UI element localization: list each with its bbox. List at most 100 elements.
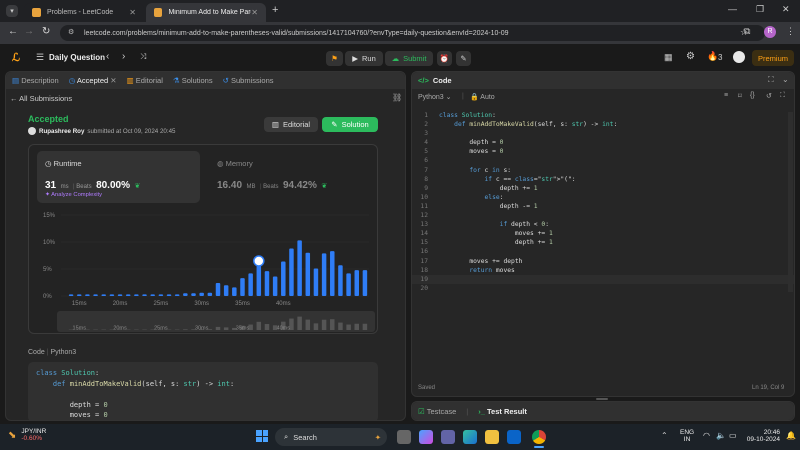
shuffle-icon[interactable]: ⤨ xyxy=(140,52,146,62)
close-tab-icon[interactable]: ✕ xyxy=(129,8,136,17)
tab-submissions[interactable]: ↺ Submissions xyxy=(223,76,274,85)
browser-tab-problems[interactable]: Problems - LeetCode ✕ xyxy=(24,3,144,22)
runtime-box[interactable]: ◷ Runtime 31 ms | Beats 80.00% ❦ ✦ Analy… xyxy=(37,151,200,203)
distribution-bar[interactable] xyxy=(142,294,147,296)
run-button[interactable]: ▶ Run xyxy=(345,51,383,66)
distribution-bar[interactable] xyxy=(207,292,213,296)
extensions-icon[interactable]: ⧉ xyxy=(744,26,750,37)
panel-resize-handle[interactable] xyxy=(596,398,608,400)
settings-icon[interactable]: ⚙ xyxy=(686,51,695,62)
share-link-icon[interactable]: ⛓ xyxy=(392,93,402,102)
submit-button[interactable]: ☁ Submit xyxy=(385,51,433,66)
close-tab-icon[interactable]: ✕ xyxy=(251,8,258,17)
auto-mode-toggle[interactable]: 🔒 Auto xyxy=(470,93,495,101)
code-line[interactable]: 6 xyxy=(412,156,794,165)
battery-icon[interactable]: ▭ xyxy=(729,431,737,440)
distribution-bar[interactable] xyxy=(174,294,180,296)
outlook-icon[interactable] xyxy=(507,430,521,444)
problem-list-icon[interactable]: ☰ xyxy=(36,52,44,63)
code-line[interactable]: 8 if c == class="str">"(": xyxy=(412,175,794,184)
show-hidden-icons[interactable]: ⌃ xyxy=(661,431,668,440)
distribution-bar[interactable] xyxy=(117,294,123,296)
distribution-bar[interactable] xyxy=(240,278,245,296)
distribution-bar[interactable] xyxy=(354,270,360,296)
distribution-bar[interactable] xyxy=(281,261,286,296)
collapse-panel-icon[interactable]: ⌄ xyxy=(782,75,789,84)
timer-button[interactable]: ⏰ xyxy=(437,51,452,66)
tab-description[interactable]: ▤ Description xyxy=(12,76,59,85)
tab-editorial[interactable]: ▥ Editorial xyxy=(127,76,163,85)
prev-problem-icon[interactable]: ‹ xyxy=(106,51,109,62)
code-line[interactable]: 9 depth += 1 xyxy=(412,184,794,193)
code-line[interactable]: 11 depth -= 1 xyxy=(412,202,794,211)
code-line[interactable]: 15 depth += 1 xyxy=(412,238,794,247)
tab-accepted[interactable]: ◷ Accepted ✕ xyxy=(69,76,117,85)
code-line[interactable]: 12 xyxy=(412,211,794,220)
distribution-bar[interactable] xyxy=(183,293,188,296)
distribution-bar[interactable] xyxy=(232,287,237,296)
distribution-bar[interactable] xyxy=(313,268,319,296)
back-icon[interactable]: ← xyxy=(8,26,18,37)
reload-icon[interactable]: ↻ xyxy=(42,26,50,37)
distribution-bar[interactable] xyxy=(223,285,229,296)
distribution-bar[interactable] xyxy=(150,294,155,296)
distribution-bar[interactable] xyxy=(199,292,204,296)
distribution-bar[interactable] xyxy=(256,261,262,296)
tab-solutions[interactable]: ⚗ Solutions xyxy=(173,76,213,85)
code-line[interactable]: 16 xyxy=(412,247,794,256)
all-submissions-link[interactable]: ← All Submissions xyxy=(10,94,72,103)
debug-button[interactable]: ⚑ xyxy=(326,51,343,66)
fullscreen-icon[interactable]: ⛶ xyxy=(780,92,785,100)
notes-button[interactable]: ✎ xyxy=(456,51,471,66)
code-line[interactable]: 1 class Solution: xyxy=(412,111,794,120)
code-line[interactable]: 4 depth = 0 xyxy=(412,138,794,147)
chrome-icon[interactable] xyxy=(532,430,546,444)
braces-icon[interactable]: {} xyxy=(750,92,755,99)
edge-icon[interactable] xyxy=(463,430,477,444)
memory-box[interactable]: ◍ Memory 16.40 MB | Beats 94.42% ❦ xyxy=(209,151,369,203)
profile-avatar[interactable]: R xyxy=(764,26,776,38)
maximize-icon[interactable]: ❐ xyxy=(756,4,764,15)
distribution-bar[interactable] xyxy=(101,294,106,296)
leetcode-logo-icon[interactable]: ℒ xyxy=(12,51,20,64)
code-editor[interactable]: 1 class Solution: 2 def minAddToMakeValid(… xyxy=(412,111,794,301)
code-line[interactable]: 14 moves += 1 xyxy=(412,229,794,238)
language-select[interactable]: Python3 ⌄ xyxy=(418,93,452,101)
code-line[interactable]: 7 for c in s: xyxy=(412,166,794,175)
distribution-bar[interactable] xyxy=(166,294,172,296)
runtime-distribution-chart[interactable]: 15% 10% 5% 0% 15ms 20ms 25ms 30ms 35ms 40ms 15ms… xyxy=(29,207,379,335)
start-button[interactable] xyxy=(256,430,268,442)
code-line[interactable]: 17 moves += depth xyxy=(412,257,794,266)
code-line[interactable]: 20 xyxy=(412,284,794,293)
ticker-widget[interactable]: ⬊ JPY/INR -0.60% xyxy=(8,428,46,442)
distribution-bar[interactable] xyxy=(93,294,98,296)
distribution-bar[interactable] xyxy=(191,293,196,296)
distribution-bar[interactable] xyxy=(330,251,335,296)
distribution-bar[interactable] xyxy=(158,294,164,296)
distribution-bar[interactable] xyxy=(321,253,327,296)
distribution-bar[interactable] xyxy=(338,265,343,296)
language-indicator[interactable]: ENG IN xyxy=(680,429,694,443)
distribution-bar[interactable] xyxy=(215,283,221,296)
fire-streak-icon[interactable]: 🔥 xyxy=(707,51,718,62)
format-icon[interactable]: ≡ xyxy=(724,92,728,99)
analyze-complexity-link[interactable]: ✦ Analyze Complexity xyxy=(45,192,102,198)
distribution-bar[interactable] xyxy=(297,240,302,296)
distribution-bar[interactable] xyxy=(109,294,115,296)
user-name[interactable]: Rupashree Roy xyxy=(39,128,84,135)
solution-button[interactable]: ✎ Solution xyxy=(322,117,378,132)
layout-icon[interactable]: ▦ xyxy=(664,52,673,63)
distribution-bar[interactable] xyxy=(346,273,351,296)
volume-icon[interactable]: 🔈 xyxy=(716,431,726,440)
distribution-bar[interactable] xyxy=(134,294,139,296)
site-info-icon[interactable]: ⚙ xyxy=(68,28,74,36)
browser-tab-active[interactable]: Minimum Add to Make Parenth ✕ xyxy=(146,3,266,22)
browser-menu-icon[interactable]: ⋮ xyxy=(786,26,795,37)
distribution-bar[interactable] xyxy=(305,252,311,296)
distribution-bar[interactable] xyxy=(272,276,278,296)
distribution-bar[interactable] xyxy=(289,248,294,296)
file-explorer-icon[interactable] xyxy=(485,430,499,444)
code-line[interactable]: 13 if depth < 0: xyxy=(412,220,794,229)
code-line[interactable]: 19 xyxy=(412,274,794,284)
distribution-bar[interactable] xyxy=(264,271,270,296)
